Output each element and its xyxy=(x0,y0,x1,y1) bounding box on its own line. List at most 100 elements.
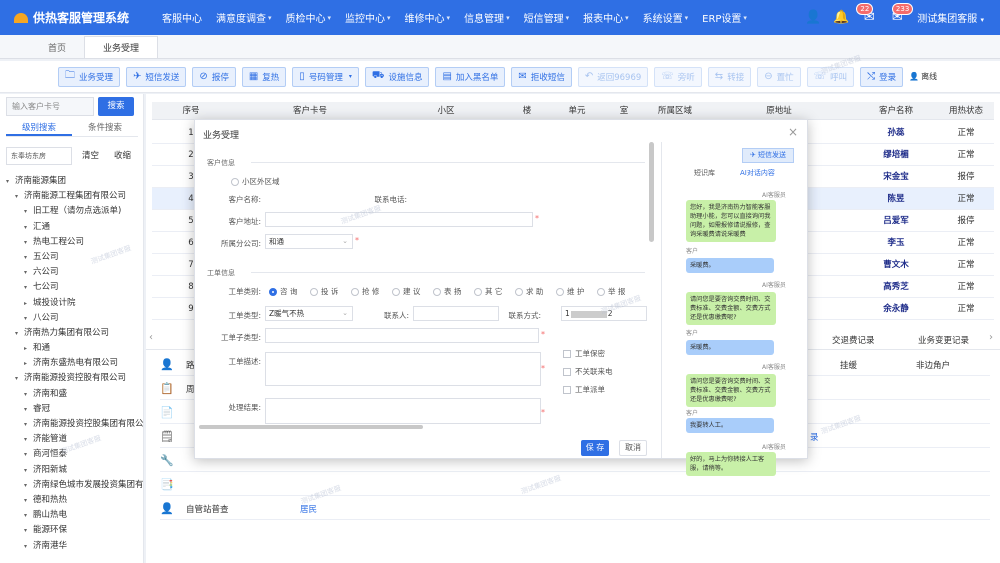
caret-down-icon[interactable]: ▾ xyxy=(24,432,33,447)
caret-down-icon[interactable]: ▾ xyxy=(24,417,33,432)
company-select[interactable]: 和通 ⌄ xyxy=(265,234,353,249)
save-button[interactable]: 保 存 xyxy=(581,440,609,456)
tab-knowledge[interactable]: 短识库 xyxy=(694,168,715,178)
order-type-radio[interactable]: 其 它 xyxy=(474,286,502,297)
outside-area-radio[interactable]: 小区外区域 xyxy=(231,176,280,187)
tree-node[interactable]: ▾ 六公司 xyxy=(6,265,144,280)
menu-item[interactable]: 维修中心 ▾ xyxy=(398,0,458,35)
caret-down-icon[interactable]: ▾ xyxy=(24,204,33,219)
customer-name[interactable]: 吕爱军 xyxy=(854,210,938,232)
tree-node[interactable]: ▾ 睿冠 xyxy=(6,402,144,417)
tabs-prev-icon[interactable]: ‹ xyxy=(146,332,156,346)
cancel-button[interactable]: 取消 xyxy=(619,440,647,456)
customer-name[interactable]: 缪培楣 xyxy=(854,144,938,166)
customer-name[interactable]: 宋金宝 xyxy=(854,166,938,188)
tree-node[interactable]: ▾ 八公司 xyxy=(6,311,144,326)
subcategory-input[interactable] xyxy=(265,328,539,343)
menu-item[interactable]: ERP设置 ▾ xyxy=(695,0,754,35)
result-textarea[interactable] xyxy=(265,398,541,424)
caret-right-icon[interactable]: ▸ xyxy=(24,296,33,311)
caret-down-icon[interactable]: ▾ xyxy=(24,250,33,265)
tree-node[interactable]: ▾ 德和热热 xyxy=(6,493,144,508)
toolbar-button[interactable]: ☏ 旁听 xyxy=(654,66,702,87)
caret-right-icon[interactable]: ▸ xyxy=(24,341,33,356)
customer-name[interactable]: 高秀芝 xyxy=(854,276,938,298)
bell-icon[interactable]: 🔔 xyxy=(827,0,855,35)
customer-name[interactable]: 李玉 xyxy=(854,232,938,254)
tree-node[interactable]: ▾ 济南能源投资控股有限公司 xyxy=(6,371,144,386)
order-type-radio[interactable]: 投 诉 xyxy=(310,286,338,297)
menu-item[interactable]: 报表中心 ▾ xyxy=(576,0,636,35)
notice-icon[interactable]: ✉ 233 xyxy=(883,0,914,35)
card-search-input[interactable]: 输入客户卡号 xyxy=(6,97,94,116)
clear-button[interactable]: 清空 xyxy=(82,149,99,161)
tree-node[interactable]: ▾ 济阳新城 xyxy=(6,463,144,478)
message-icon[interactable]: ✉ 22 xyxy=(855,0,883,35)
address-input[interactable] xyxy=(265,212,533,227)
app-brand[interactable]: 供热客服管理系统 xyxy=(0,9,155,26)
caret-down-icon[interactable]: ▾ xyxy=(24,508,33,523)
toolbar-button[interactable]: ✉ 拒收短信 xyxy=(511,66,572,87)
menu-item[interactable]: 系统设置 ▾ xyxy=(636,0,696,35)
customer-name[interactable]: 曹文木 xyxy=(854,254,938,276)
menu-item[interactable]: 信息管理 ▾ xyxy=(457,0,517,35)
tree-node[interactable]: ▾ 汇通 xyxy=(6,220,144,235)
tab-home[interactable]: 首页 xyxy=(30,36,84,58)
close-icon[interactable]: × xyxy=(788,125,798,139)
toolbar-button[interactable]: ⛟ 设施信息 xyxy=(364,66,430,87)
tab-fee-records[interactable]: 交退费记录 xyxy=(832,334,875,346)
order-type-radio[interactable]: 表 扬 xyxy=(433,286,461,297)
caret-down-icon[interactable]: ▾ xyxy=(24,220,33,235)
toolbar-button[interactable]: ▦ 复热 xyxy=(241,66,287,87)
offline-status[interactable]: 👤 离线 xyxy=(909,71,937,82)
caret-down-icon[interactable]: ▾ xyxy=(15,371,24,386)
caret-right-icon[interactable]: ▸ xyxy=(24,356,33,371)
toolbar-button[interactable]: ⇆ 转接 xyxy=(707,66,752,87)
tree-node[interactable]: ▾ 济南热力集团有限公司 xyxy=(6,326,144,341)
tab-level-search[interactable]: 级别搜索 xyxy=(6,121,72,136)
customer-name[interactable]: 余永静 xyxy=(854,298,938,320)
caret-down-icon[interactable]: ▾ xyxy=(24,478,33,493)
user-menu[interactable]: 测试集团客服 ▾ xyxy=(911,10,1000,25)
collapse-button[interactable]: 收缩 xyxy=(114,149,131,161)
toolbar-button[interactable]: ⤭ 登录 xyxy=(860,66,904,87)
tree-filter-input[interactable]: 东奉坊东房 xyxy=(6,147,72,165)
toolbar-button[interactable]: ▤ 加入黑名单 xyxy=(435,66,506,87)
caret-down-icon[interactable]: ▾ xyxy=(24,265,33,280)
toolbar-button[interactable]: ⊘ 报停 xyxy=(192,66,236,87)
caret-down-icon[interactable]: ▾ xyxy=(24,387,33,402)
order-type-radio[interactable]: 抢 修 xyxy=(351,286,379,297)
menu-item[interactable]: 客服中心 xyxy=(155,0,209,35)
confidential-checkbox[interactable]: 工单保密 xyxy=(563,348,605,359)
caret-down-icon[interactable]: ▾ xyxy=(24,447,33,462)
dispatch-checkbox[interactable]: 工单派单 xyxy=(563,384,605,395)
menu-item[interactable]: 短信管理 ▾ xyxy=(517,0,577,35)
tree-node[interactable]: ▾ 旧工程（请勿点选派单) xyxy=(6,204,144,219)
caret-down-icon[interactable]: ▾ xyxy=(6,174,15,189)
customer-name[interactable]: 陈昱 xyxy=(854,188,938,210)
tree-node[interactable]: ▸ 城投设计院 xyxy=(6,296,144,311)
caret-down-icon[interactable]: ▾ xyxy=(15,326,24,341)
tree-node[interactable]: ▾ 济南能源投资控股集团有限公 xyxy=(6,417,144,432)
caret-down-icon[interactable]: ▾ xyxy=(15,189,24,204)
toolbar-button[interactable]: ↶ 返回96969 xyxy=(577,66,649,87)
order-type-radio[interactable]: 举 报 xyxy=(597,286,625,297)
tab-condition-search[interactable]: 条件搜索 xyxy=(72,121,138,136)
tree-node[interactable]: ▾ 济南能源工程集团有限公司 xyxy=(6,189,144,204)
toolbar-button[interactable]: ▯ 号码管理 ▾ xyxy=(292,66,359,87)
tree-node[interactable]: ▾ 能源环保 xyxy=(6,523,144,538)
order-type-radio[interactable]: 建 议 xyxy=(392,286,420,297)
record-link[interactable]: 录 xyxy=(810,431,819,443)
form-scrollbar[interactable] xyxy=(649,142,654,242)
form-hscrollbar[interactable] xyxy=(199,425,423,429)
menu-item[interactable]: 满意度调查 ▾ xyxy=(209,0,279,35)
tree-node[interactable]: ▾ 济南和盛 xyxy=(6,387,144,402)
caret-down-icon[interactable]: ▾ xyxy=(24,493,33,508)
tree-node[interactable]: ▸ 和通 xyxy=(6,341,144,356)
menu-item[interactable]: 监控中心 ▾ xyxy=(338,0,398,35)
caret-down-icon[interactable]: ▾ xyxy=(24,402,33,417)
order-type-radio[interactable]: 咨 询 xyxy=(269,286,297,297)
order-type-radio[interactable]: 维 护 xyxy=(556,286,584,297)
tree-node[interactable]: ▾ 七公司 xyxy=(6,280,144,295)
tree-node[interactable]: ▾ 鹏山热电 xyxy=(6,508,144,523)
